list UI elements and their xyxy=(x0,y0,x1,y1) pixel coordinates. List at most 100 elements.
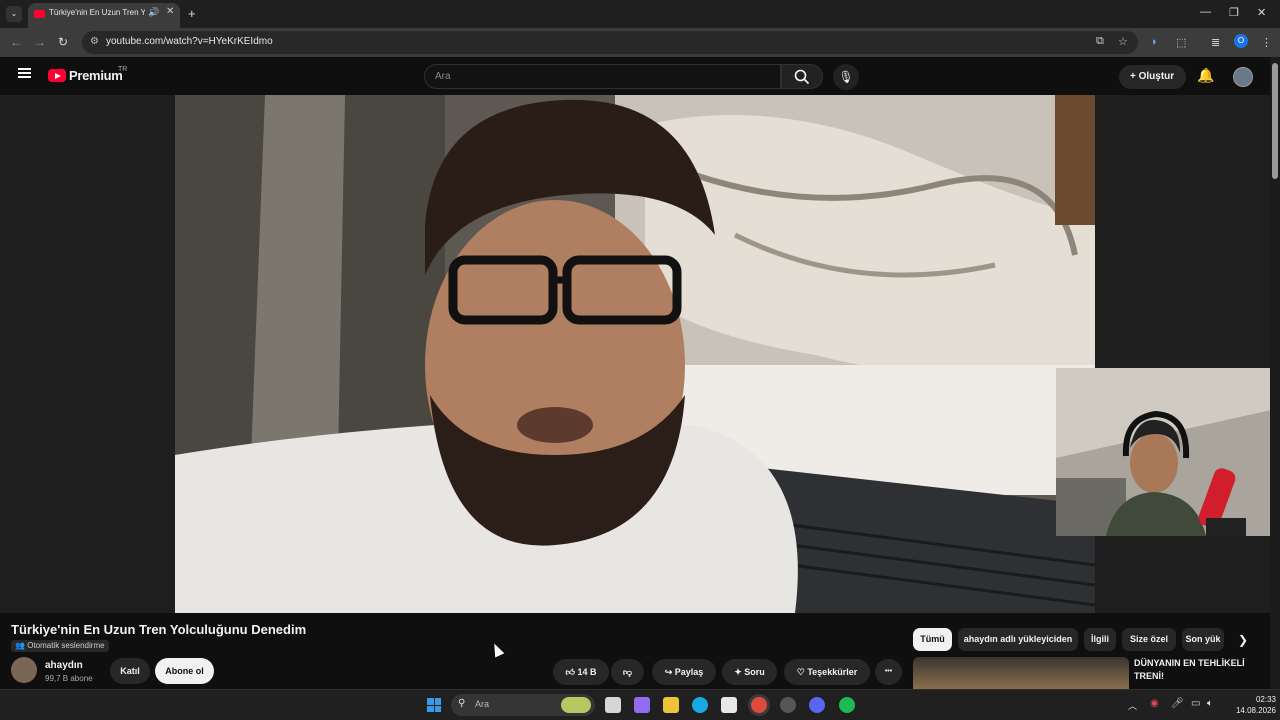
speaker-icon[interactable]: 🔊 xyxy=(148,7,159,18)
taskbar-search-placeholder: Ara xyxy=(475,699,490,709)
clock-time[interactable]: 02:33 xyxy=(1236,695,1276,704)
steam-icon[interactable] xyxy=(780,697,796,713)
account-avatar[interactable] xyxy=(1233,67,1253,87)
chrome-icon[interactable] xyxy=(751,697,767,713)
task-view-icon[interactable] xyxy=(605,697,621,713)
reading-list-icon[interactable]: ≣ xyxy=(1211,36,1220,49)
video-frame-image xyxy=(175,95,1095,613)
extension-icon[interactable]: ◗ xyxy=(1151,36,1158,48)
extensions-puzzle-icon[interactable]: ⬚ xyxy=(1176,36,1186,49)
sparkle-icon: ✦ xyxy=(734,667,745,677)
region-code: TR xyxy=(118,66,128,73)
create-label: Oluştur xyxy=(1138,71,1175,82)
restore-icon[interactable]: ❐ xyxy=(1229,6,1239,19)
minimize-icon[interactable]: — xyxy=(1200,6,1211,18)
address-bar[interactable]: ⚙ youtube.com/watch?v=HYeKrKEIdmo ⧉ ☆ xyxy=(82,31,1138,54)
tray-overflow-chevron-icon[interactable]: ︿ xyxy=(1128,699,1137,712)
microphone-icon[interactable]: 🎤︎ xyxy=(1171,698,1184,709)
create-button[interactable]: + Oluştur xyxy=(1119,65,1186,89)
back-icon[interactable]: ← xyxy=(10,35,22,49)
discord-icon[interactable] xyxy=(809,697,825,713)
youtube-logo-icon[interactable] xyxy=(48,69,66,82)
thumbs-down-icon: 👎︎ xyxy=(622,667,633,677)
voice-search-mic-icon[interactable]: 🎙 xyxy=(833,64,859,90)
search-placeholder: Ara xyxy=(435,71,451,82)
chip-for-you[interactable]: Size özel xyxy=(1122,628,1176,651)
app-tray-icon[interactable]: ◉ xyxy=(1150,698,1159,709)
channel-name[interactable]: ahaydın xyxy=(45,660,83,671)
store-icon[interactable] xyxy=(721,697,737,713)
like-button[interactable]: 👍︎ 14 B xyxy=(553,659,609,685)
like-count: 14 B xyxy=(577,667,597,677)
youtube-brand[interactable]: Premium xyxy=(69,68,123,83)
copilot-icon[interactable] xyxy=(634,697,650,713)
taskbar-search-input[interactable]: ⚲ Ara xyxy=(451,694,595,716)
forward-icon[interactable]: → xyxy=(34,35,46,49)
thumbs-up-icon: 👍︎ xyxy=(565,667,578,677)
video-title: Türkiye'nin En Uzun Tren Yolculuğunu Den… xyxy=(11,622,307,637)
share-button[interactable]: ↪ Paylaş xyxy=(652,659,716,685)
dislike-button[interactable]: 👎︎ xyxy=(611,659,644,685)
chip-related[interactable]: İlgili xyxy=(1084,628,1116,651)
auto-dub-badge[interactable]: 👥 Otomatik seslendirme xyxy=(11,640,109,652)
search-input[interactable]: Ara xyxy=(424,64,781,89)
subscriber-count: 99,7 B abone xyxy=(45,674,93,683)
webcam-image xyxy=(1056,368,1280,536)
thanks-label: Teşekkürler xyxy=(807,667,858,677)
tab-title: Türkiye'nin En Uzun Tren Yo xyxy=(49,8,145,17)
mouse-cursor-icon xyxy=(489,641,505,658)
browser-toolbar: ← → ↻ ⚙ youtube.com/watch?v=HYeKrKEIdmo … xyxy=(0,28,1280,57)
install-app-icon[interactable]: ⧉ xyxy=(1096,35,1104,48)
ask-label: Soru xyxy=(744,667,765,677)
site-info-icon[interactable]: ⚙ xyxy=(90,36,99,47)
window-close-icon[interactable]: ✕ xyxy=(1257,6,1266,19)
more-actions-button[interactable]: ••• xyxy=(875,659,902,685)
channel-avatar[interactable] xyxy=(11,657,37,683)
new-tab-button[interactable]: + xyxy=(188,6,196,21)
subscribe-button[interactable]: Abone ol xyxy=(155,658,214,684)
video-player[interactable] xyxy=(175,95,1095,613)
page-scrollbar[interactable] xyxy=(1270,57,1280,689)
windows-start-icon[interactable] xyxy=(427,698,441,712)
chip-from-uploader[interactable]: ahaydın adlı yükleyiciden xyxy=(958,628,1078,651)
spotify-icon[interactable] xyxy=(839,697,855,713)
plus-icon: + xyxy=(1130,71,1139,82)
clock-date[interactable]: 14.08.2026 xyxy=(1227,706,1276,715)
youtube-favicon-icon xyxy=(34,10,45,18)
tab-search-chevron-icon[interactable]: ⌄ xyxy=(6,6,22,22)
chevron-right-icon[interactable]: ❯ xyxy=(1238,633,1248,647)
scrollbar-thumb[interactable] xyxy=(1272,63,1278,179)
heart-dollar-icon: ♡ xyxy=(796,667,808,677)
hamburger-menu-icon[interactable] xyxy=(18,68,31,78)
chip-recent[interactable]: Son yük xyxy=(1182,628,1224,651)
recommended-video-thumbnail[interactable] xyxy=(913,657,1129,689)
thanks-button[interactable]: ♡ Teşekkürler xyxy=(784,659,870,685)
browser-menu-icon[interactable]: ⋮ xyxy=(1261,36,1272,49)
url-text[interactable]: youtube.com/watch?v=HYeKrKEIdmo xyxy=(106,36,273,47)
share-icon: ↪ xyxy=(664,667,675,677)
webcam-overlay xyxy=(1056,368,1280,536)
tab-close-icon[interactable]: ✕ xyxy=(166,6,174,17)
join-button[interactable]: Katıl xyxy=(110,658,150,684)
notifications-bell-icon[interactable]: 🔔 xyxy=(1197,67,1214,84)
auto-dub-label: Otomatik seslendirme xyxy=(27,641,105,650)
network-icon[interactable]: ▭ xyxy=(1191,698,1200,709)
search-highlight-image xyxy=(561,697,591,713)
volume-icon[interactable]: 🔈︎ xyxy=(1207,698,1213,709)
recommended-video-title[interactable]: DÜNYANIN EN TEHLİKELİ TRENİ! xyxy=(1134,657,1264,683)
profile-avatar[interactable]: O xyxy=(1234,34,1248,48)
youtube-masthead: Premium TR Ara 🎙 + Oluştur 🔔 xyxy=(0,57,1270,95)
reload-icon[interactable]: ↻ xyxy=(58,35,68,49)
file-explorer-icon[interactable] xyxy=(663,697,679,713)
chip-all[interactable]: Tümü xyxy=(913,628,952,651)
windows-taskbar: ⚲ Ara ︿ ◉ 🎤︎ ▭ 🔈︎ 02:33 14.08.2026 xyxy=(0,689,1280,720)
browser-tab-strip: ⌄ Türkiye'nin En Uzun Tren Yo 🔊 ✕ + — ❐ … xyxy=(0,0,1280,28)
browser-tab-active[interactable]: Türkiye'nin En Uzun Tren Yo 🔊 ✕ xyxy=(28,3,180,28)
ask-button[interactable]: ✦ Soru xyxy=(722,659,777,685)
search-icon xyxy=(794,69,810,85)
bookmark-star-icon[interactable]: ☆ xyxy=(1118,35,1128,48)
share-label: Paylaş xyxy=(674,667,704,677)
search-button[interactable] xyxy=(781,64,823,89)
edge-icon[interactable] xyxy=(692,697,708,713)
search-icon: ⚲ xyxy=(458,698,466,709)
